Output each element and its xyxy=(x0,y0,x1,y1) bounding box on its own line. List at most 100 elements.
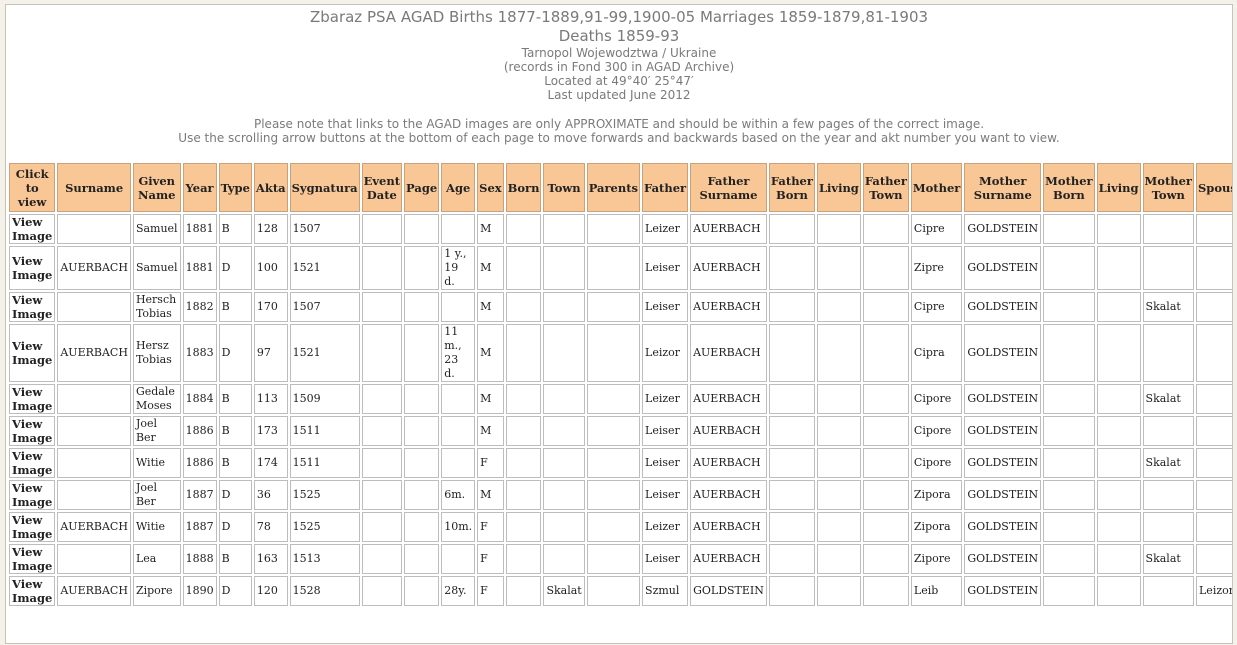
table-cell: Zipore xyxy=(132,576,181,606)
table-cell xyxy=(816,480,861,510)
page-header: Zbaraz PSA AGAD Births 1877-1889,91-99,1… xyxy=(6,5,1232,158)
column-header: Age xyxy=(441,163,476,212)
table-cell xyxy=(862,544,909,574)
table-cell xyxy=(1196,384,1232,414)
table-cell xyxy=(816,246,861,290)
column-header: Year xyxy=(182,163,217,212)
table-cell xyxy=(505,544,542,574)
table-cell xyxy=(361,512,403,542)
table-cell xyxy=(505,512,542,542)
table-cell xyxy=(441,292,476,322)
view-image-link[interactable]: View Image xyxy=(12,513,52,541)
column-header: Type xyxy=(218,163,252,212)
table-cell: 1509 xyxy=(289,384,360,414)
table-cell xyxy=(586,292,641,322)
column-header: Mother Surname xyxy=(964,163,1042,212)
table-cell: AUERBACH xyxy=(57,512,131,542)
view-image-link[interactable]: View Image xyxy=(12,545,52,573)
table-cell xyxy=(1142,416,1194,446)
table-cell xyxy=(1196,544,1232,574)
view-image-link[interactable]: View Image xyxy=(12,577,52,605)
table-cell xyxy=(586,214,641,244)
table-cell: GOLDSTEIN xyxy=(964,416,1042,446)
table-cell: GOLDSTEIN xyxy=(964,512,1042,542)
view-image-cell: View Image xyxy=(9,214,56,244)
table-cell: Leizor xyxy=(1196,576,1232,606)
column-header: Mother Born xyxy=(1043,163,1095,212)
column-header: Father Surname xyxy=(690,163,767,212)
table-cell xyxy=(505,324,542,382)
table-cell xyxy=(441,416,476,446)
column-header: Sex xyxy=(477,163,504,212)
table-cell: B xyxy=(218,416,252,446)
table-row: View Image Witie 1886 B 174 1511 F Leiser AUERBA… xyxy=(9,448,1232,478)
view-image-link[interactable]: View Image xyxy=(12,449,52,477)
table-cell xyxy=(586,480,641,510)
table-cell: D xyxy=(218,480,252,510)
table-cell xyxy=(1142,480,1194,510)
table-cell: 1511 xyxy=(289,416,360,446)
table-cell: M xyxy=(477,324,504,382)
table-cell xyxy=(1096,480,1141,510)
table-cell xyxy=(361,416,403,446)
view-image-cell: View Image xyxy=(9,448,56,478)
table-cell: GOLDSTEIN xyxy=(964,292,1042,322)
column-header: Click to view xyxy=(9,163,56,212)
table-cell: Leiser xyxy=(642,246,689,290)
table-cell: 113 xyxy=(253,384,288,414)
region-line: Tarnopol Wojewodztwa / Ukraine xyxy=(521,46,717,60)
table-cell: Leiser xyxy=(642,544,689,574)
table-cell: 1881 xyxy=(182,246,217,290)
table-cell xyxy=(1043,324,1095,382)
column-header: Akta xyxy=(253,163,288,212)
view-image-link[interactable]: View Image xyxy=(12,481,52,509)
table-cell: Hersch Tobias xyxy=(132,292,181,322)
table-cell xyxy=(505,214,542,244)
table-cell xyxy=(1043,480,1095,510)
column-header: Page xyxy=(404,163,440,212)
view-image-cell: View Image xyxy=(9,292,56,322)
view-image-link[interactable]: View Image xyxy=(12,339,52,367)
table-cell xyxy=(586,544,641,574)
table-cell xyxy=(862,292,909,322)
table-cell: Lea xyxy=(132,544,181,574)
table-row: View Image AUERBACH Zipore 1890 D 120 1528 28y.… xyxy=(9,576,1232,606)
view-image-link[interactable]: View Image xyxy=(12,293,52,321)
table-cell: Cipra xyxy=(910,324,963,382)
table-cell xyxy=(404,416,440,446)
table-cell xyxy=(505,576,542,606)
view-image-link[interactable]: View Image xyxy=(12,215,52,243)
view-image-link[interactable]: View Image xyxy=(12,254,52,282)
table-cell: Skalat xyxy=(543,576,585,606)
note-scrolling: Use the scrolling arrow buttons at the b… xyxy=(178,131,1060,145)
table-cell xyxy=(768,246,815,290)
column-header: Living xyxy=(1096,163,1141,212)
table-cell: 1882 xyxy=(182,292,217,322)
page-container: Zbaraz PSA AGAD Births 1877-1889,91-99,1… xyxy=(5,4,1233,644)
table-cell xyxy=(505,384,542,414)
table-cell xyxy=(862,512,909,542)
table-cell: GOLDSTEIN xyxy=(964,384,1042,414)
table-cell: 78 xyxy=(253,512,288,542)
table-cell xyxy=(1196,324,1232,382)
table-cell: Szmul xyxy=(642,576,689,606)
column-header: Father xyxy=(642,163,689,212)
table-cell: Joel Ber xyxy=(132,416,181,446)
table-cell: Samuel xyxy=(132,246,181,290)
table-cell xyxy=(586,448,641,478)
table-cell xyxy=(816,448,861,478)
table-row: View Image Gedale Moses 1884 B 113 1509 M Leize… xyxy=(9,384,1232,414)
view-image-link[interactable]: View Image xyxy=(12,385,52,413)
table-cell xyxy=(543,214,585,244)
table-cell: 1887 xyxy=(182,480,217,510)
view-image-link[interactable]: View Image xyxy=(12,417,52,445)
table-cell xyxy=(404,384,440,414)
table-cell xyxy=(543,512,585,542)
table-cell: AUERBACH xyxy=(57,246,131,290)
coordinates-line: Located at 49°40′ 25°47′ xyxy=(544,74,694,88)
table-row: View Image Hersch Tobias 1882 B 170 1507 M Leis… xyxy=(9,292,1232,322)
table-row: View Image Joel Ber 1887 D 36 1525 6m. M Leiser A… xyxy=(9,480,1232,510)
table-cell: GOLDSTEIN xyxy=(964,480,1042,510)
table-cell: F xyxy=(477,544,504,574)
table-cell xyxy=(1096,214,1141,244)
